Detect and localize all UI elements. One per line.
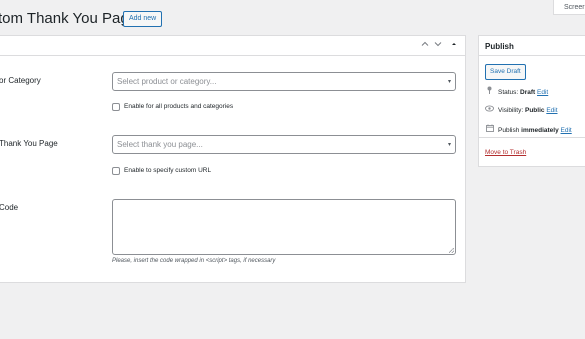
all-products-checkbox-label: Enable for all products and categories [124, 103, 234, 110]
thank-you-page-select-placeholder: Select thank you page... [117, 140, 203, 149]
metabox-header [0, 36, 465, 56]
publish-schedule-row: Publish immediately Edit [485, 124, 572, 135]
publish-header: Publish [479, 36, 585, 56]
chevron-down-icon: ▾ [447, 142, 451, 148]
move-to-trash-link[interactable]: Move to Trash [485, 149, 526, 156]
visibility-label: Visibility: [498, 107, 524, 114]
publish-value: immediately [521, 127, 559, 134]
edit-publish-date-link[interactable]: Edit [561, 127, 572, 134]
thank-you-page-select[interactable]: Select thank you page... ▾ [112, 135, 456, 154]
custom-url-checkbox-label: Enable to specify custom URL [124, 167, 212, 174]
move-down-icon[interactable] [434, 39, 442, 51]
category-label: or Category [0, 76, 41, 85]
save-draft-button[interactable]: Save Draft [485, 64, 526, 80]
status-label: Status: [498, 89, 519, 96]
publish-metabox: Publish Save Draft Status: Draft Edit Vi… [478, 35, 585, 167]
eye-icon [485, 105, 494, 115]
status-value: Draft [520, 89, 536, 96]
resize-handle-icon[interactable] [449, 248, 454, 253]
add-new-button[interactable]: Add new [123, 11, 163, 27]
status-row: Status: Draft Edit [485, 86, 548, 97]
calendar-icon [485, 124, 494, 135]
collapse-toggle-icon[interactable] [450, 39, 458, 51]
pin-icon [485, 86, 494, 97]
publish-title: Publish [485, 42, 514, 51]
visibility-row: Visibility: Public Edit [485, 105, 558, 115]
visibility-value: Public [524, 107, 545, 114]
publish-divider [479, 137, 585, 138]
publish-label: Publish [498, 127, 520, 134]
all-products-checkbox[interactable] [112, 103, 120, 111]
thank-you-page-label: Thank You Page [0, 139, 58, 148]
chevron-down-icon: ▾ [447, 79, 451, 85]
code-hint: Please, insert the code wrapped in <scri… [112, 258, 276, 264]
category-select-placeholder: Select product or category... [117, 77, 217, 86]
custom-url-checkbox[interactable] [112, 167, 120, 175]
settings-metabox: or Category Select product or category..… [0, 35, 466, 283]
category-select[interactable]: Select product or category... ▾ [112, 72, 456, 91]
page-title: tom Thank You Page [0, 10, 137, 27]
edit-visibility-link[interactable]: Edit [546, 107, 557, 114]
code-textarea[interactable] [112, 199, 456, 255]
screen-options-button[interactable]: Screer [553, 0, 585, 15]
move-up-icon[interactable] [421, 39, 429, 51]
edit-status-link[interactable]: Edit [537, 89, 548, 96]
code-label: Code [0, 203, 19, 212]
